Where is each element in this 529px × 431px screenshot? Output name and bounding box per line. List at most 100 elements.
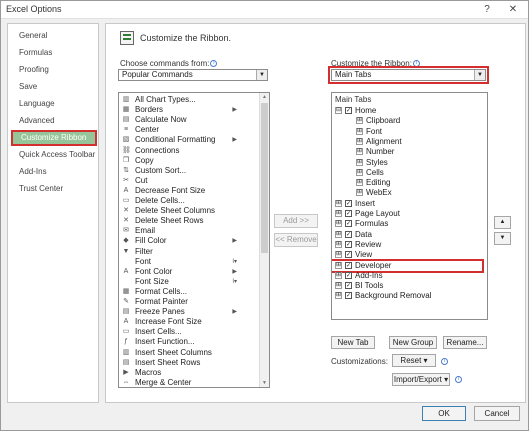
chevron-down-icon[interactable]: ▼ xyxy=(256,70,267,80)
command-item[interactable]: ▦ Format Cells... xyxy=(119,287,241,297)
expand-icon[interactable]: ⊞ xyxy=(356,179,363,187)
checkbox[interactable]: ✓ xyxy=(345,271,352,279)
command-item[interactable]: ▦ Borders ▶ xyxy=(119,105,241,115)
expand-icon[interactable]: ⊞ xyxy=(335,220,342,228)
command-item[interactable]: ✎ Format Painter xyxy=(119,297,241,307)
command-item[interactable]: ✕ Delete Sheet Rows xyxy=(119,216,241,226)
command-item[interactable]: ▭ Delete Cells... xyxy=(119,196,241,206)
tree-item-review[interactable]: ⊞ ✓ Review xyxy=(332,240,482,250)
command-item[interactable]: ▤ Insert Sheet Rows xyxy=(119,358,241,368)
tree-item-webex[interactable]: ⊞ WebEx xyxy=(332,188,482,198)
sidebar-item-quick-access-toolbar[interactable]: Quick Access Toolbar xyxy=(11,147,97,163)
command-item[interactable]: ƒ Insert Function... xyxy=(119,337,241,347)
expand-icon[interactable]: ⊞ xyxy=(356,148,363,156)
command-item[interactable]: A Increase Font Size xyxy=(119,317,241,327)
add-button[interactable]: Add >> xyxy=(274,214,318,228)
command-item[interactable]: ▼ Filter xyxy=(119,247,241,257)
expand-icon[interactable]: ⊞ xyxy=(356,117,363,125)
command-item[interactable]: Font I▾ xyxy=(119,257,241,267)
expand-icon[interactable]: ⊞ xyxy=(356,168,363,176)
tree-item-view[interactable]: ⊞ ✓ View xyxy=(332,250,482,260)
customize-ribbon-dropdown[interactable]: Main Tabs ▼ xyxy=(328,66,489,84)
checkbox[interactable]: ✓ xyxy=(345,220,352,228)
expand-icon[interactable]: ⊞ xyxy=(335,261,342,269)
expand-icon[interactable]: ⊞ xyxy=(335,251,342,259)
sidebar-item-save[interactable]: Save xyxy=(11,79,97,95)
command-item[interactable]: ◆ Fill Color ▶ xyxy=(119,236,241,246)
tree-item-background-removal[interactable]: ⊞ ✓ Background Removal xyxy=(332,291,482,301)
remove-button[interactable]: << Remove xyxy=(274,233,318,247)
command-item[interactable]: ⇅ Custom Sort... xyxy=(119,166,241,176)
expand-icon[interactable]: ⊞ xyxy=(335,271,342,279)
expand-icon[interactable]: ⊞ xyxy=(335,199,342,207)
sidebar-item-customize-ribbon[interactable]: Customize Ribbon xyxy=(11,130,97,146)
sidebar-item-proofing[interactable]: Proofing xyxy=(11,62,97,78)
expand-icon[interactable]: ⊞ xyxy=(335,292,342,300)
command-item[interactable]: ✕ Delete Sheet Columns xyxy=(119,206,241,216)
checkbox[interactable]: ✓ xyxy=(345,230,352,238)
import-export-button[interactable]: Import/Export ▾ xyxy=(392,373,450,386)
tree-item-insert[interactable]: ⊞ ✓ Insert xyxy=(332,199,482,209)
checkbox[interactable]: ✓ xyxy=(345,251,352,259)
checkbox[interactable]: ✓ xyxy=(345,199,352,207)
expand-icon[interactable]: ⊞ xyxy=(356,158,363,166)
choose-commands-dropdown[interactable]: Popular Commands ▼ xyxy=(118,69,268,81)
sidebar-item-language[interactable]: Language xyxy=(11,96,97,112)
close-icon[interactable]: ✕ xyxy=(501,2,525,17)
commands-scrollbar[interactable]: ▲ ▼ xyxy=(259,93,269,387)
rename-button[interactable]: Rename... xyxy=(443,336,487,349)
tree-item-number[interactable]: ⊞ Number xyxy=(332,147,482,157)
tree-item-font[interactable]: ⊞ Font xyxy=(332,127,482,137)
scroll-up-icon[interactable]: ▲ xyxy=(260,93,269,101)
move-up-button[interactable]: ▲ xyxy=(494,216,511,229)
expand-icon[interactable]: ⊞ xyxy=(356,189,363,197)
tree-item-data[interactable]: ⊞ ✓ Data xyxy=(332,230,482,240)
checkbox[interactable]: ✓ xyxy=(345,210,352,217)
tree-item-styles[interactable]: ⊞ Styles xyxy=(332,158,482,168)
command-item[interactable]: ▭ Insert Cells... xyxy=(119,327,241,337)
tree-item-cells[interactable]: ⊞ Cells xyxy=(332,168,482,178)
sidebar-item-advanced[interactable]: Advanced xyxy=(11,113,97,129)
command-item[interactable]: ⛓ Connections xyxy=(119,146,241,156)
collapse-icon[interactable]: ⊟ xyxy=(335,107,342,114)
ribbon-tabs-tree[interactable]: Main Tabs ⊟ ✓ Home ⊞ Clipboard ⊞ Font ⊞ Alignmen… xyxy=(331,92,488,320)
move-down-button[interactable]: ▼ xyxy=(494,232,511,245)
expand-icon[interactable]: ⊞ xyxy=(335,240,342,248)
tree-item-developer[interactable]: ⊞ ✓ Developer xyxy=(332,258,484,273)
tree-item-home[interactable]: ⊟ ✓ Home xyxy=(332,106,482,116)
command-item[interactable]: Font Size I▾ xyxy=(119,277,241,287)
command-item[interactable]: ▥ All Chart Types... xyxy=(119,95,241,105)
tree-item-add-ins[interactable]: ⊞ ✓ Add-Ins xyxy=(332,271,482,281)
tree-item-alignment[interactable]: ⊞ Alignment xyxy=(332,137,482,147)
command-item[interactable]: ▤ Freeze Panes ▶ xyxy=(119,307,241,317)
scroll-thumb[interactable] xyxy=(261,103,268,253)
sidebar-item-formulas[interactable]: Formulas xyxy=(11,45,97,61)
expand-icon[interactable]: ⊞ xyxy=(335,282,342,290)
tree-item-formulas[interactable]: ⊞ ✓ Formulas xyxy=(332,219,482,229)
sidebar-item-add-ins[interactable]: Add-Ins xyxy=(11,164,97,180)
ok-button[interactable]: OK xyxy=(422,406,466,421)
checkbox[interactable]: ✓ xyxy=(345,107,352,114)
chevron-down-icon[interactable]: ▼ xyxy=(474,70,485,80)
command-item[interactable]: ✂ Cut xyxy=(119,176,241,186)
sidebar-item-general[interactable]: General xyxy=(11,28,97,44)
tree-item-clipboard[interactable]: ⊞ Clipboard xyxy=(332,116,482,126)
help-icon[interactable]: ? xyxy=(475,2,499,17)
expand-icon[interactable]: ⊞ xyxy=(335,230,342,238)
command-item[interactable]: ✉ Email xyxy=(119,226,241,236)
sidebar-item-trust-center[interactable]: Trust Center xyxy=(11,181,97,197)
new-tab-button[interactable]: New Tab xyxy=(331,336,375,349)
cancel-button[interactable]: Cancel xyxy=(474,406,520,421)
command-item[interactable]: ≡ Center xyxy=(119,125,241,135)
reset-button[interactable]: Reset ▾ xyxy=(392,354,436,367)
new-group-button[interactable]: New Group xyxy=(389,336,437,349)
command-item[interactable]: ▥ Insert Sheet Columns xyxy=(119,348,241,358)
checkbox[interactable]: ✓ xyxy=(345,292,352,300)
expand-icon[interactable]: ⊞ xyxy=(356,127,363,135)
command-item[interactable]: ▶ Macros xyxy=(119,368,241,378)
expand-icon[interactable]: ⊞ xyxy=(335,210,342,217)
tree-item-editing[interactable]: ⊞ Editing xyxy=(332,178,482,188)
checkbox[interactable]: ✓ xyxy=(345,282,352,290)
scroll-down-icon[interactable]: ▼ xyxy=(260,379,269,387)
checkbox[interactable]: ✓ xyxy=(345,240,352,248)
